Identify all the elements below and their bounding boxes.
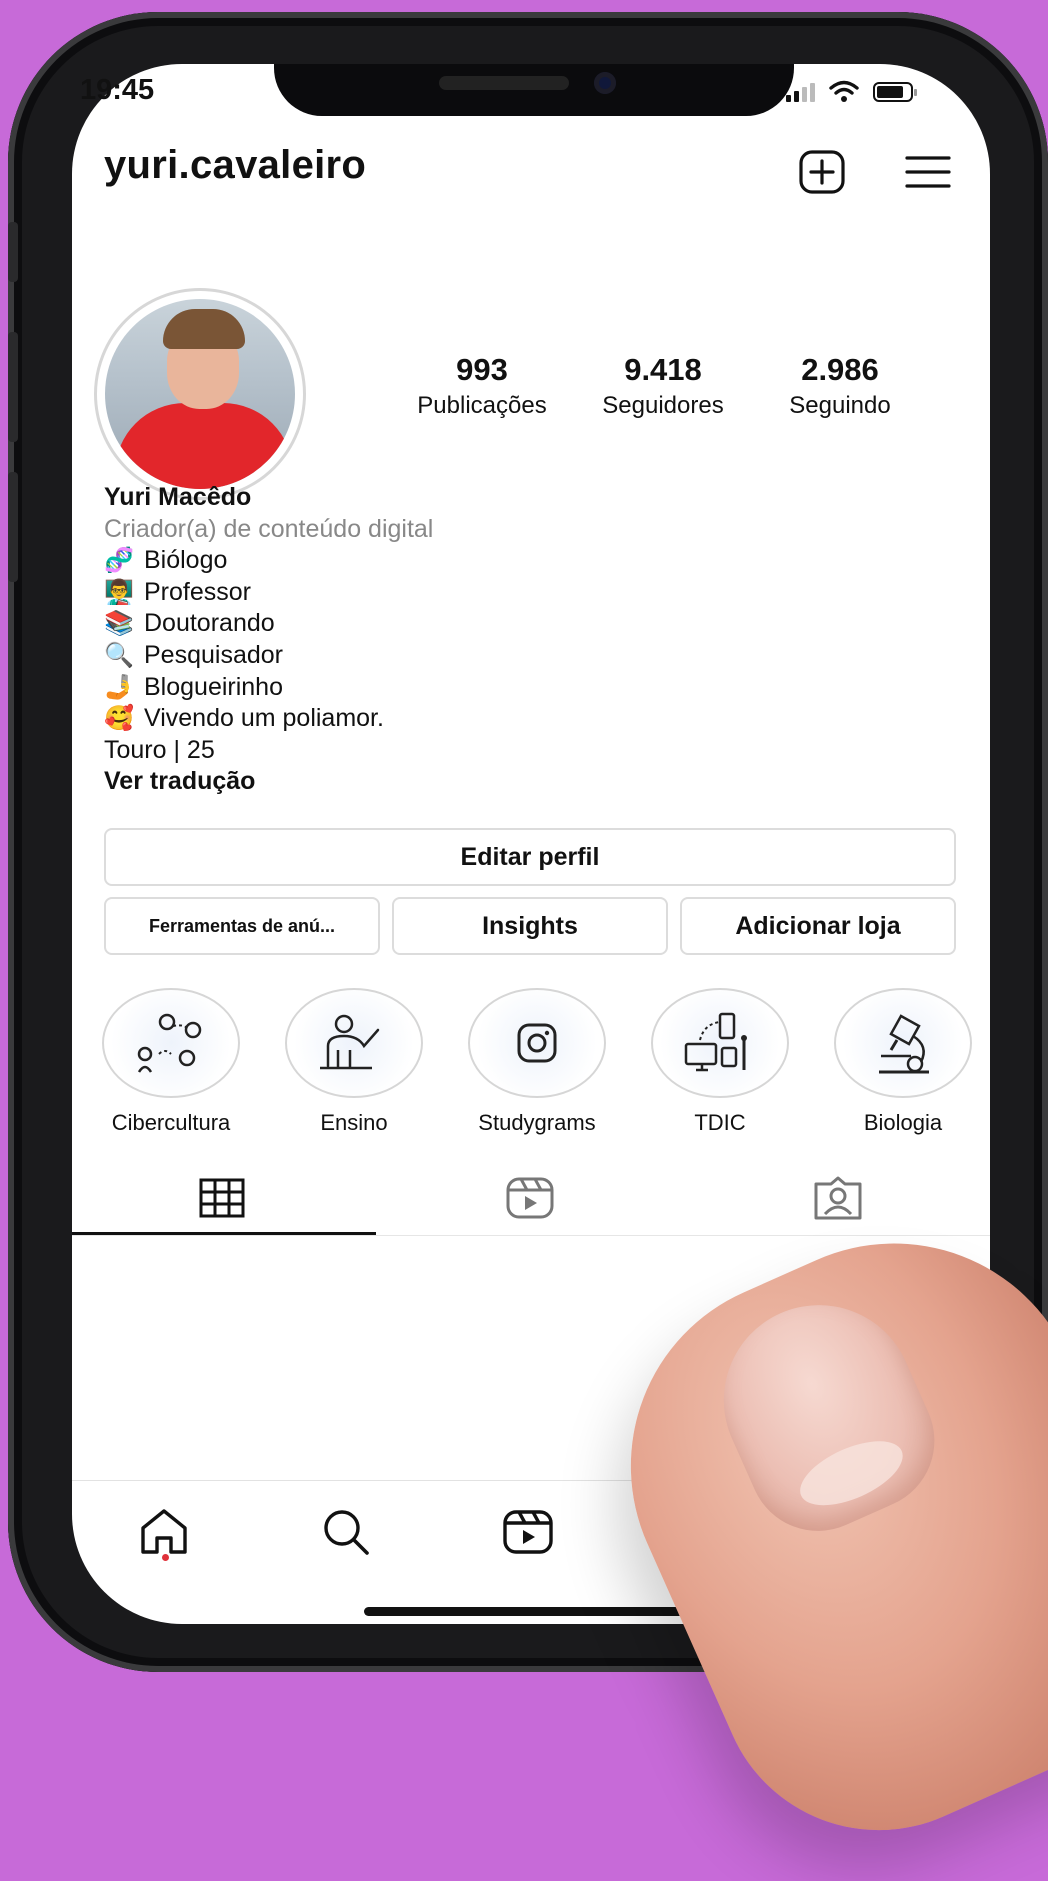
stat-posts-value: 993	[456, 352, 508, 387]
home-notification-dot	[162, 1554, 169, 1561]
stat-followers-label: Seguidores	[602, 392, 724, 419]
home-indicator-bar	[364, 1607, 698, 1616]
highlight-cover	[651, 988, 789, 1098]
stat-following[interactable]: 2.986 Seguindo	[768, 352, 912, 420]
bio-line-text: Professor	[144, 577, 251, 606]
bio-line: 🤳 Blogueirinho	[104, 672, 433, 704]
stat-posts-label: Publicações	[417, 392, 547, 419]
see-translation-link[interactable]: Ver tradução	[104, 766, 433, 798]
bio-line-text: Pesquisador	[144, 640, 283, 669]
nav-search[interactable]	[318, 1504, 374, 1560]
profile-username[interactable]: yuri.cavaleiro	[104, 143, 366, 188]
plus-square-icon	[799, 150, 845, 194]
stat-posts[interactable]: 993 Publicações	[402, 352, 562, 420]
tabs-divider	[72, 1235, 990, 1236]
nav-home[interactable]	[136, 1504, 192, 1560]
bio-line: 🔍 Pesquisador	[104, 640, 433, 672]
books-emoji-icon: 📚	[104, 610, 134, 638]
magnifier-emoji-icon: 🔍	[104, 641, 134, 669]
status-time: 19:45	[80, 74, 155, 106]
stat-following-value: 2.986	[801, 352, 879, 387]
mute-switch	[8, 222, 18, 282]
wifi-icon	[829, 80, 859, 102]
smiling-hearts-emoji-icon: 🥰	[104, 705, 134, 733]
reels-icon	[506, 1177, 554, 1219]
tab-posts-grid[interactable]	[192, 1174, 252, 1222]
cellular-signal-icon	[786, 83, 815, 102]
bio-line: 👨‍🏫 Professor	[104, 577, 433, 609]
reels-icon	[503, 1510, 553, 1554]
stat-followers[interactable]: 9.418 Seguidores	[578, 352, 748, 420]
profile-category: Criador(a) de conteúdo digital	[104, 514, 434, 543]
dna-emoji-icon: 🧬	[104, 547, 134, 575]
highlight-cover	[468, 988, 606, 1098]
teacher-emoji-icon: 👨‍🏫	[104, 578, 134, 606]
tagged-person-icon	[814, 1176, 862, 1220]
edit-profile-button[interactable]: Editar perfil	[104, 828, 956, 886]
highlight-biologia[interactable]: Biologia	[832, 988, 974, 1136]
highlight-cover	[834, 988, 972, 1098]
grid-icon	[199, 1178, 245, 1218]
selfie-emoji-icon: 🤳	[104, 673, 134, 701]
tab-tagged[interactable]	[808, 1174, 868, 1222]
ad-tools-button[interactable]: Ferramentas de anú...	[104, 897, 380, 955]
active-tab-indicator	[72, 1232, 376, 1235]
highlight-tdic[interactable]: TDIC	[649, 988, 791, 1136]
bio-line: 🥰 Vivendo um poliamor.	[104, 703, 433, 735]
status-icons	[786, 80, 917, 102]
highlight-label: Cibercultura	[111, 1110, 231, 1135]
bio-line: 📚 Doutorando	[104, 608, 433, 640]
stat-followers-value: 9.418	[624, 352, 702, 387]
bio-line-text: Vivendo um poliamor.	[144, 704, 384, 733]
hamburger-menu-icon	[905, 156, 951, 188]
highlight-cover	[285, 988, 423, 1098]
fingernail	[693, 1274, 957, 1553]
bio-line-text: Blogueirinho	[144, 672, 283, 701]
highlight-label: Ensino	[320, 1110, 388, 1135]
bio-line-text: Biólogo	[144, 546, 228, 575]
volume-down-button	[8, 472, 18, 582]
search-icon	[324, 1510, 369, 1555]
nav-reels[interactable]	[500, 1504, 556, 1560]
volume-up-button	[8, 332, 18, 442]
notch	[274, 64, 794, 116]
avatar-photo	[105, 299, 295, 489]
bio-line-text: Doutorando	[144, 609, 275, 638]
menu-button[interactable]	[904, 150, 952, 194]
stat-following-label: Seguindo	[789, 392, 891, 419]
highlight-label: TDIC	[694, 1110, 746, 1135]
insights-button[interactable]: Insights	[392, 897, 668, 955]
profile-bio: Yuri Macêdo Criador(a) de conteúdo digit…	[104, 482, 433, 798]
speaker-grille	[439, 76, 569, 90]
instagram-icon	[517, 1023, 557, 1063]
highlight-label: Biologia	[863, 1110, 943, 1135]
front-camera	[594, 72, 616, 94]
profile-avatar[interactable]	[94, 288, 306, 500]
profile-name: Yuri Macêdo	[104, 483, 252, 511]
network-people-icon	[137, 1013, 202, 1073]
tab-reels[interactable]	[500, 1174, 560, 1222]
add-shop-button[interactable]: Adicionar loja	[680, 897, 956, 955]
highlight-cover	[102, 988, 240, 1098]
new-post-button[interactable]	[798, 150, 846, 194]
highlight-ensino[interactable]: Ensino	[283, 988, 425, 1136]
teacher-board-icon	[320, 1014, 380, 1070]
highlight-label: Studygrams	[478, 1110, 596, 1135]
highlight-studygrams[interactable]: Studygrams	[466, 988, 608, 1136]
bio-extra-line: Touro | 25	[104, 735, 215, 764]
devices-icon	[684, 1012, 747, 1072]
battery-icon	[873, 82, 917, 102]
bio-line: 🧬 Biólogo	[104, 545, 433, 577]
highlight-cibercultura[interactable]: Cibercultura	[100, 988, 242, 1136]
microscope-icon	[879, 1014, 929, 1074]
home-icon	[141, 1509, 187, 1554]
